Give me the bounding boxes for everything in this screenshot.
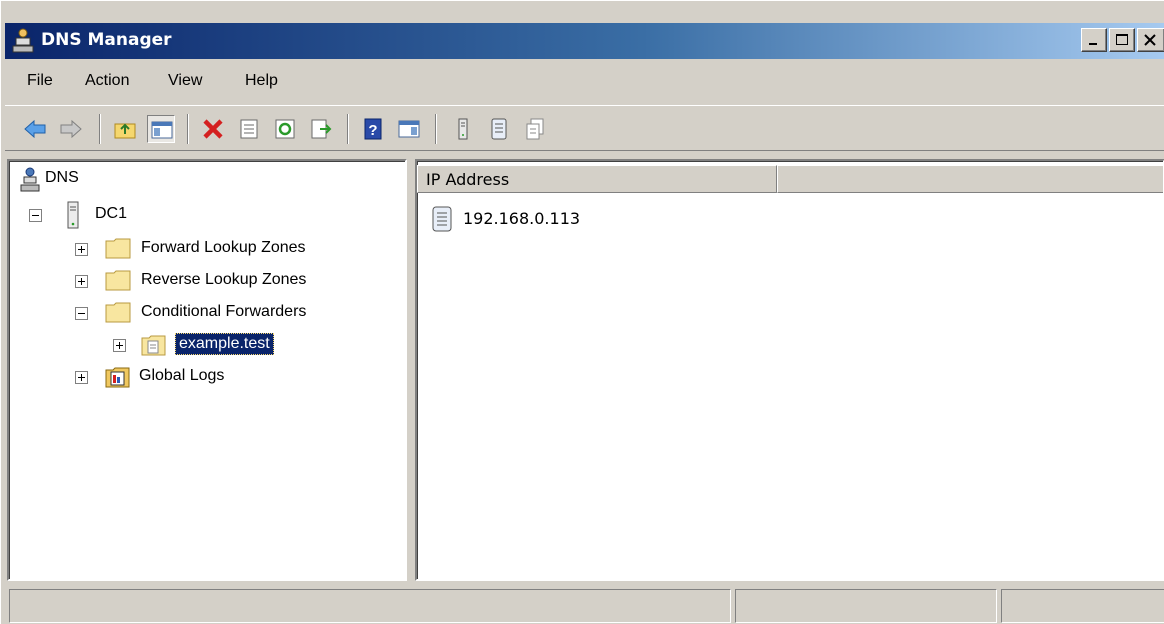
expand-toggle[interactable]	[113, 339, 126, 352]
help-icon: ?	[364, 118, 382, 140]
console-tree-icon	[151, 121, 173, 139]
tree-label-dns: DNS	[45, 169, 79, 186]
menu-view[interactable]: View	[168, 72, 202, 90]
up-one-level-button[interactable]	[111, 115, 139, 143]
expand-toggle[interactable]	[75, 371, 88, 384]
record-properties-button[interactable]	[521, 115, 549, 143]
console-tree[interactable]: DNS DC1 Forward Lookup Zones Reverse Loo…	[7, 159, 407, 581]
status-bar	[5, 587, 1164, 623]
server-button[interactable]	[449, 115, 477, 143]
maximize-button[interactable]	[1109, 28, 1135, 52]
status-panel-secondary	[735, 589, 997, 623]
tree-node-example-test[interactable]: example.test	[19, 331, 399, 359]
tree-label-dc1: DC1	[95, 205, 128, 222]
refresh-icon	[275, 119, 295, 139]
menu-action[interactable]: Action	[85, 72, 129, 90]
toolbar-separator	[99, 114, 101, 144]
column-header-blank[interactable]	[777, 165, 1163, 193]
toolbar: ?	[5, 105, 1164, 151]
server-tower-icon	[458, 118, 468, 140]
properties-button[interactable]	[235, 115, 263, 143]
tree-label-global-logs: Global Logs	[139, 367, 225, 384]
minus-icon	[78, 313, 85, 314]
show-hide-action-pane-button[interactable]	[395, 115, 423, 143]
folder-up-icon	[114, 123, 136, 139]
tree-node-forward-lookup-zones[interactable]: Forward Lookup Zones	[19, 235, 399, 263]
menu-file[interactable]: File	[27, 72, 53, 90]
event-log-icon	[105, 367, 130, 388]
delete-button[interactable]	[199, 115, 227, 143]
expand-toggle[interactable]	[75, 243, 88, 256]
action-pane-icon	[398, 120, 420, 138]
properties-icon	[240, 119, 258, 139]
results-list[interactable]: IP Address 192.168.0.113	[415, 159, 1164, 581]
expand-toggle[interactable]	[75, 275, 88, 288]
dns-manager-window: DNS Manager File Action View Help ? DNS …	[0, 0, 1164, 624]
forward-button[interactable]	[57, 115, 85, 143]
tree-label-example-test: example.test	[175, 333, 274, 355]
column-header-ip-address[interactable]: IP Address	[417, 165, 777, 193]
menu-help[interactable]: Help	[245, 72, 278, 90]
export-list-button[interactable]	[307, 115, 335, 143]
collapse-toggle[interactable]	[29, 209, 42, 222]
folder-icon	[105, 302, 131, 323]
record-list-icon	[491, 118, 507, 140]
ip-record-icon	[432, 206, 452, 232]
dns-root-icon	[20, 167, 40, 192]
document-copy-icon	[526, 118, 544, 140]
close-icon	[1144, 34, 1156, 46]
collapse-toggle[interactable]	[75, 307, 88, 320]
minus-icon	[32, 215, 39, 216]
tree-node-dc1[interactable]: DC1	[19, 201, 399, 229]
tree-node-global-logs[interactable]: Global Logs	[19, 363, 399, 391]
show-hide-console-tree-button[interactable]	[147, 115, 175, 143]
title-bar[interactable]: DNS Manager	[5, 23, 1164, 59]
toolbar-separator	[187, 114, 189, 144]
close-button[interactable]	[1137, 28, 1164, 52]
folder-icon	[105, 238, 131, 259]
dns-server-app-icon	[11, 28, 35, 54]
tree-node-dns[interactable]: DNS	[19, 167, 399, 195]
tree-label-conditional-forwarders: Conditional Forwarders	[141, 303, 307, 320]
tree-node-conditional-forwarders[interactable]: Conditional Forwarders	[19, 299, 399, 327]
minimize-button[interactable]	[1081, 28, 1107, 52]
plus-icon	[116, 342, 123, 349]
status-panel-tertiary	[1001, 589, 1164, 623]
tree-node-reverse-lookup-zones[interactable]: Reverse Lookup Zones	[19, 267, 399, 295]
refresh-button[interactable]	[271, 115, 299, 143]
menu-bar: File Action View Help	[5, 63, 1164, 101]
ip-address-value: 192.168.0.113	[463, 209, 581, 228]
tree-label-reverse-lookup-zones: Reverse Lookup Zones	[141, 271, 307, 288]
server-icon	[67, 201, 79, 229]
delete-x-icon	[203, 119, 223, 139]
plus-icon	[78, 374, 85, 381]
status-panel-main	[9, 589, 731, 623]
window-title: DNS Manager	[41, 30, 172, 50]
toolbar-separator	[435, 114, 437, 144]
toolbar-separator	[347, 114, 349, 144]
svg-text:?: ?	[368, 122, 377, 139]
forward-arrow-icon	[60, 119, 82, 139]
tree-label-forward-lookup-zones: Forward Lookup Zones	[141, 239, 306, 256]
plus-icon	[78, 246, 85, 253]
record-list-button[interactable]	[485, 115, 513, 143]
back-button[interactable]	[21, 115, 49, 143]
minimize-icon	[1089, 43, 1097, 45]
plus-icon	[78, 278, 85, 285]
column-header-label: IP Address	[426, 170, 510, 189]
export-list-icon	[311, 119, 332, 139]
maximize-icon	[1116, 34, 1128, 45]
back-arrow-icon	[24, 119, 46, 139]
forwarder-zone-icon	[141, 335, 166, 356]
folder-icon	[105, 270, 131, 291]
help-button[interactable]: ?	[359, 115, 387, 143]
